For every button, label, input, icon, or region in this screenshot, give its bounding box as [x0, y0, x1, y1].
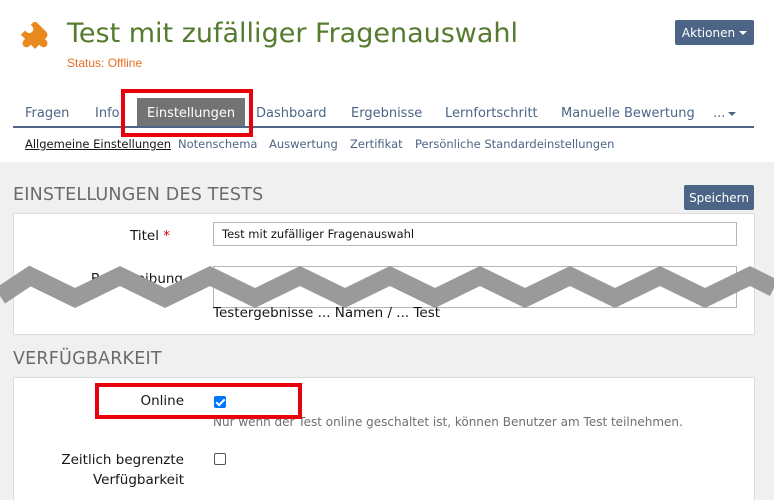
- limited-availability-label-line1: Zeitlich begrenzte: [61, 452, 184, 468]
- puzzle-piece-icon: [20, 22, 48, 49]
- limited-availability-label: Zeitlich begrenzte Verfügbarkeit: [40, 450, 184, 490]
- section-title-availability: VERFÜGBARKEIT: [13, 349, 162, 369]
- actions-dropdown-button[interactable]: Aktionen: [675, 20, 754, 45]
- chevron-down-icon: [728, 111, 737, 116]
- tab-dashboard[interactable]: Dashboard: [256, 98, 327, 126]
- limited-availability-checkbox[interactable]: [214, 453, 226, 465]
- tab-manuelle-bewertung[interactable]: Manuelle Bewertung: [561, 98, 695, 126]
- online-checkbox[interactable]: [214, 396, 226, 408]
- status-text: Status: Offline: [67, 56, 143, 70]
- required-marker: *: [163, 228, 170, 244]
- online-label: Online: [140, 393, 184, 409]
- subtab-auswertung[interactable]: Auswertung: [269, 137, 338, 151]
- subtab-allgemeine-einstellungen[interactable]: Allgemeine Einstellungen: [25, 137, 171, 151]
- section-title-settings: EINSTELLUNGEN DES TESTS: [13, 185, 264, 205]
- subtab-notenschema[interactable]: Notenschema: [178, 137, 257, 151]
- chevron-down-icon: [739, 30, 748, 35]
- main-tabs: Fragen Info Einstellungen Dashboard Erge…: [13, 98, 754, 128]
- tab-info[interactable]: Info: [95, 98, 120, 126]
- save-button[interactable]: Speichern: [684, 185, 754, 210]
- subtab-persoenliche-standardeinstellungen[interactable]: Persönliche Standardeinstellungen: [415, 137, 614, 151]
- more-tabs-dropdown[interactable]: ...: [713, 98, 737, 126]
- actions-button-label: Aktionen: [681, 25, 736, 40]
- online-help-text: Nur wenn der Test online geschaltet ist,…: [213, 415, 683, 429]
- limited-availability-label-line2: Verfügbarkeit: [93, 472, 184, 488]
- tab-fragen[interactable]: Fragen: [25, 98, 69, 126]
- title-label: Titel *: [100, 228, 170, 244]
- subtab-zertifikat[interactable]: Zertifikat: [350, 137, 403, 151]
- partial-hidden-text: Testergebnisse ... Namen / ... Test: [213, 305, 441, 321]
- tab-einstellungen[interactable]: Einstellungen: [137, 98, 246, 126]
- tab-ergebnisse[interactable]: Ergebnisse: [351, 98, 422, 126]
- tab-lernfortschritt[interactable]: Lernfortschritt: [445, 98, 538, 126]
- description-textarea[interactable]: [213, 266, 737, 308]
- description-label: Beschreibung: [90, 271, 183, 287]
- title-input[interactable]: Test mit zufälliger Fragenauswahl: [213, 222, 737, 246]
- title-label-text: Titel: [130, 228, 159, 244]
- more-tabs-label: ...: [713, 106, 726, 121]
- page-title: Test mit zufälliger Fragenauswahl: [67, 18, 519, 49]
